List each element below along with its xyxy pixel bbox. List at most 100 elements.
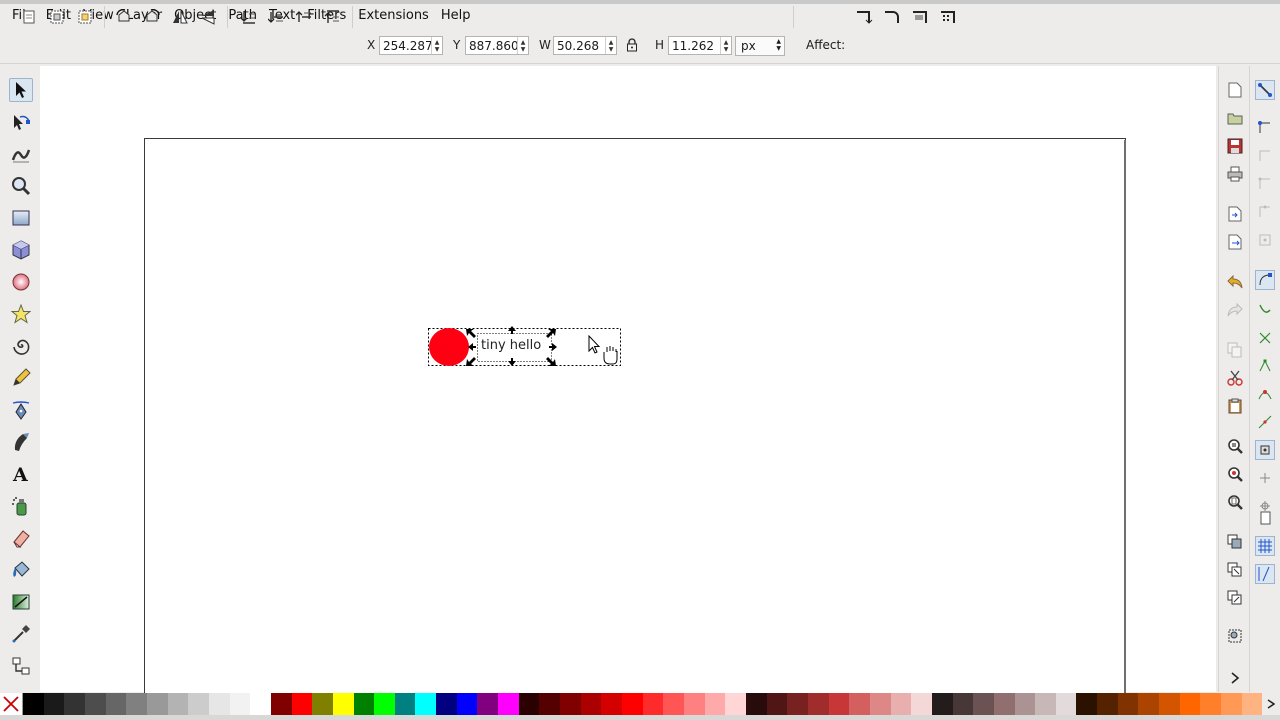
color-swatch[interactable] (126, 693, 147, 715)
color-swatch[interactable] (1200, 693, 1222, 715)
color-swatch[interactable] (684, 693, 705, 715)
text-tool-icon[interactable]: A (9, 462, 33, 486)
color-swatch[interactable] (270, 693, 292, 715)
color-swatch[interactable] (43, 693, 65, 715)
move-patterns-icon[interactable] (937, 6, 959, 28)
paste-icon[interactable] (1225, 396, 1245, 416)
pencil-tool-icon[interactable] (9, 366, 33, 390)
eraser-tool-icon[interactable] (9, 526, 33, 550)
calligraphy-tool-icon[interactable] (9, 430, 33, 454)
raise-to-top-icon[interactable] (321, 6, 343, 28)
w-spinbox[interactable]: 50.268 ▲ ▼ (553, 36, 617, 55)
h-spinbox[interactable]: 11.262 ▲ ▼ (668, 36, 732, 55)
snap-bbox-corners-icon[interactable] (1255, 174, 1275, 194)
color-swatch[interactable] (911, 693, 932, 715)
color-swatch[interactable] (1014, 693, 1036, 715)
color-swatch[interactable] (518, 693, 540, 715)
spin-arrows-icon[interactable]: ▲ ▼ (431, 37, 442, 54)
snap-nodes-icon[interactable] (1255, 270, 1275, 290)
color-swatch[interactable] (105, 693, 127, 715)
redo-icon[interactable] (1225, 300, 1245, 320)
rectangle-tool-icon[interactable] (9, 206, 33, 230)
color-swatch[interactable] (539, 693, 561, 715)
color-swatch[interactable] (952, 693, 974, 715)
snap-bbox-centers-icon[interactable] (1255, 230, 1275, 250)
color-swatch[interactable] (456, 693, 478, 715)
dropper-tool-icon[interactable] (9, 622, 33, 646)
color-swatch[interactable] (477, 693, 499, 715)
color-swatch[interactable] (1035, 693, 1056, 715)
menu-help[interactable]: Help (435, 5, 477, 27)
color-swatch[interactable] (1221, 693, 1242, 715)
snap-smooth-nodes-icon[interactable] (1255, 384, 1275, 404)
spin-arrows-icon[interactable]: ▲ ▼ (605, 37, 616, 54)
lower-to-bottom-icon[interactable] (237, 6, 259, 28)
snap-bbox-midpoints-icon[interactable] (1255, 202, 1275, 222)
color-swatch[interactable] (828, 693, 850, 715)
spin-arrows-icon[interactable]: ▲ ▼ (720, 37, 731, 54)
clone-icon[interactable] (1225, 560, 1245, 580)
color-swatch[interactable] (725, 693, 746, 715)
color-swatch[interactable] (622, 693, 643, 715)
save-icon[interactable] (1225, 136, 1245, 156)
open-icon[interactable] (1225, 108, 1245, 128)
color-swatch[interactable] (146, 693, 168, 715)
color-swatch[interactable] (1117, 693, 1139, 715)
star-tool-icon[interactable] (9, 302, 33, 326)
color-swatch[interactable] (1179, 693, 1201, 715)
color-swatch[interactable] (64, 693, 85, 715)
color-swatch[interactable] (332, 693, 354, 715)
x-spinbox[interactable]: 254.287 ▲ ▼ (379, 36, 443, 55)
color-swatch[interactable] (1138, 693, 1160, 715)
page-area[interactable] (144, 138, 1126, 699)
deselect-icon[interactable] (74, 6, 96, 28)
color-swatch[interactable] (869, 693, 891, 715)
new-document-icon[interactable] (1225, 80, 1245, 100)
color-swatch[interactable] (1055, 693, 1077, 715)
color-swatch[interactable] (973, 693, 994, 715)
select-all-layers-icon[interactable] (46, 6, 68, 28)
color-swatch[interactable] (993, 693, 1015, 715)
color-swatch[interactable] (704, 693, 726, 715)
color-swatch[interactable] (890, 693, 912, 715)
lower-icon[interactable] (265, 6, 287, 28)
color-swatch[interactable] (663, 693, 684, 715)
undo-icon[interactable] (1225, 272, 1245, 292)
rotate-ccw-icon[interactable] (113, 6, 135, 28)
color-swatch[interactable] (84, 693, 106, 715)
select-all-icon[interactable] (18, 6, 40, 28)
print-icon[interactable] (1225, 164, 1245, 184)
lock-icon[interactable] (626, 38, 638, 52)
overflow-chevron-icon[interactable] (1225, 668, 1245, 688)
color-swatch[interactable] (498, 693, 519, 715)
y-spinbox[interactable]: 887.860 ▲ ▼ (465, 36, 529, 55)
color-swatch[interactable] (1076, 693, 1098, 715)
cut-icon[interactable] (1225, 368, 1245, 388)
zoom-page-icon[interactable] (1225, 492, 1245, 512)
color-swatch[interactable] (436, 693, 457, 715)
color-swatch[interactable] (229, 693, 251, 715)
raise-icon[interactable] (293, 6, 315, 28)
export-icon[interactable] (1225, 232, 1245, 252)
ellipse-tool-icon[interactable] (9, 270, 33, 294)
color-swatch[interactable] (642, 693, 664, 715)
group-icon[interactable] (1225, 626, 1245, 646)
snap-page-border-icon[interactable] (1255, 508, 1275, 528)
gradient-tool-icon[interactable] (9, 590, 33, 614)
spray-tool-icon[interactable] (9, 494, 33, 518)
scale-stroke-icon[interactable] (853, 6, 875, 28)
color-swatch[interactable] (353, 693, 375, 715)
flip-horizontal-icon[interactable] (169, 6, 191, 28)
move-gradients-icon[interactable] (909, 6, 931, 28)
snap-intersections-icon[interactable] (1255, 328, 1275, 348)
node-tool-icon[interactable] (9, 110, 33, 134)
color-swatch[interactable] (394, 693, 416, 715)
menu-extensions[interactable]: Extensions (352, 5, 435, 27)
no-paint-swatch-icon[interactable] (0, 693, 23, 715)
color-swatch[interactable] (931, 693, 953, 715)
snap-bbox-edges-icon[interactable] (1255, 146, 1275, 166)
zoom-selection-icon[interactable] (1225, 436, 1245, 456)
color-swatch[interactable] (745, 693, 767, 715)
paint-bucket-tool-icon[interactable] (9, 558, 33, 582)
connector-tool-icon[interactable] (9, 654, 33, 678)
